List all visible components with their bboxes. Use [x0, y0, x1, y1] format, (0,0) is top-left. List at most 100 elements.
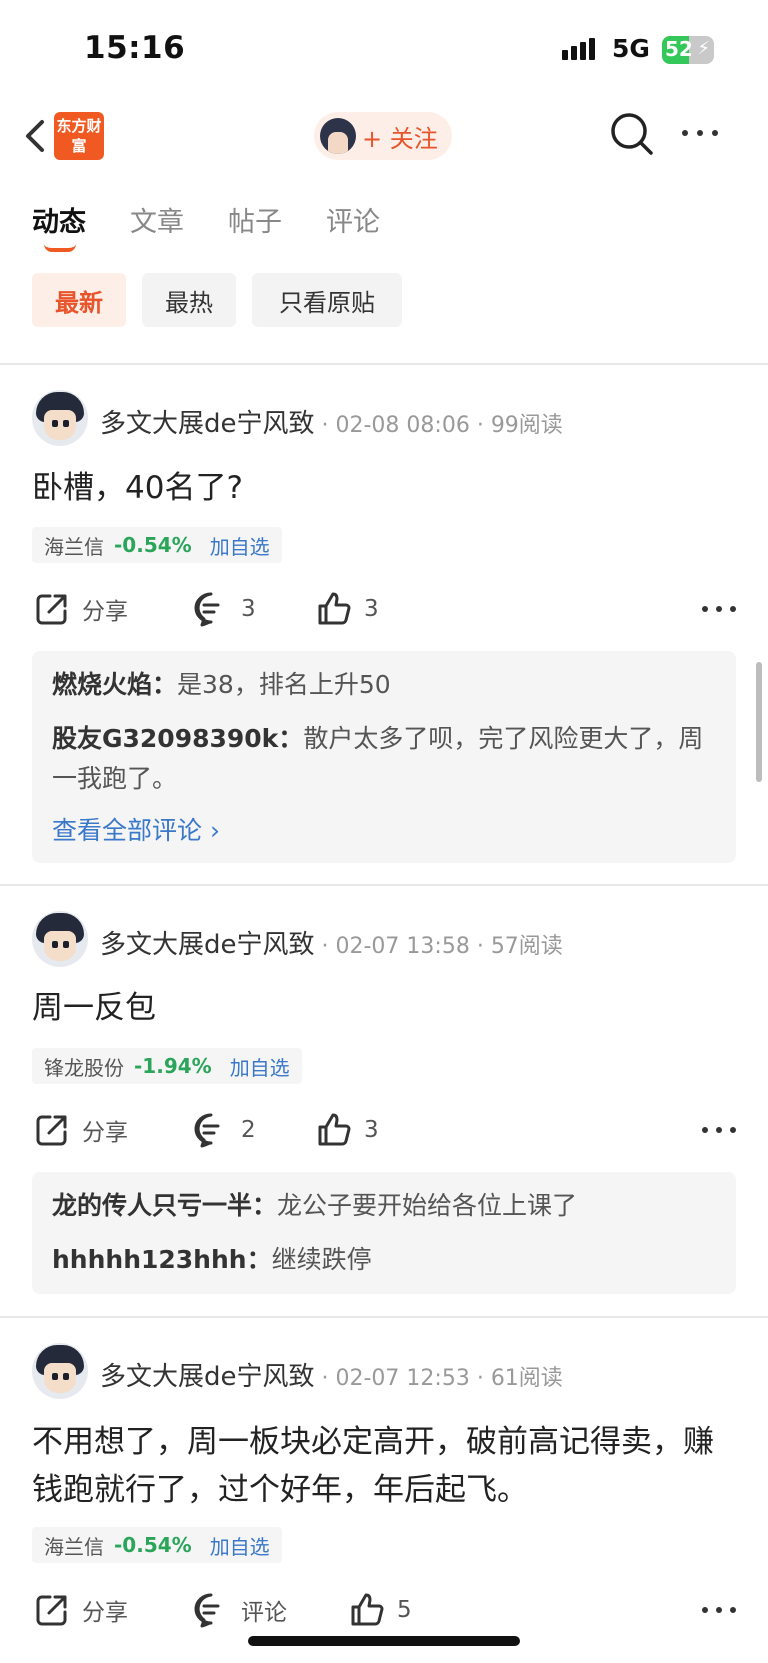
filter-original-only[interactable]: 只看原贴	[252, 273, 402, 327]
tab-articles[interactable]: 文章	[130, 200, 184, 239]
share-button[interactable]: 分享	[34, 1112, 128, 1148]
like-count: 3	[364, 596, 379, 622]
charging-icon: ⚡	[697, 38, 710, 59]
search-icon[interactable]	[608, 110, 656, 158]
comment-user[interactable]: hhhhh123hhh：	[52, 1245, 272, 1274]
stock-name: 锋龙股份	[44, 1055, 124, 1080]
comment-text: 龙公子要开始给各位上课了	[277, 1191, 578, 1220]
author-name[interactable]: 多文大展de宁风致	[100, 1362, 315, 1392]
filter-latest[interactable]: 最新	[32, 273, 126, 327]
comment-text: 是38，排名上升50	[177, 670, 391, 699]
share-icon	[36, 1595, 67, 1626]
comment-count: 3	[241, 596, 256, 622]
post-more-icon[interactable]	[702, 1607, 736, 1613]
signal-icon	[562, 38, 595, 60]
comment-user[interactable]: 股友G32098390k：	[52, 724, 303, 753]
stock-tag[interactable]: 海兰信 -0.54% 加自选	[32, 527, 282, 563]
follow-button[interactable]: + 关注	[314, 112, 452, 160]
post-content[interactable]: 卧槽，40名了?	[32, 464, 736, 512]
status-time: 15:16	[84, 30, 186, 66]
post-meta: 多文大展de宁风致 · 02-07 12:53 · 61阅读	[100, 1362, 563, 1392]
comment-item: 燃烧火焰：是38，排名上升50	[52, 665, 716, 705]
post-meta: 多文大展de宁风致 · 02-07 13:58 · 57阅读	[100, 930, 563, 960]
post-content[interactable]: 周一反包	[32, 984, 736, 1032]
comment-item: hhhhh123hhh：继续跌停	[52, 1240, 716, 1280]
post-date: 02-07 12:53	[335, 1366, 470, 1391]
stock-tag[interactable]: 锋龙股份 -1.94% 加自选	[32, 1048, 302, 1084]
app-logo[interactable]: 东方财富	[54, 112, 104, 160]
stock-tag[interactable]: 海兰信 -0.54% 加自选	[32, 1527, 282, 1563]
like-button[interactable]: 3	[316, 1112, 379, 1148]
view-all-comments-link[interactable]: 查看全部评论 ›	[52, 811, 220, 847]
avatar[interactable]	[32, 911, 88, 967]
comment-count: 2	[241, 1117, 256, 1143]
divider	[0, 884, 768, 886]
author-mini-avatar	[320, 118, 356, 154]
post-more-icon[interactable]	[702, 1127, 736, 1133]
post-meta: 多文大展de宁风致 · 02-08 08:06 · 99阅读	[100, 409, 563, 439]
post-date: 02-08 08:06	[335, 413, 470, 438]
thumbs-up-icon	[318, 1113, 351, 1146]
like-count: 5	[397, 1597, 412, 1623]
divider	[0, 1316, 768, 1318]
share-icon	[36, 1115, 67, 1146]
comment-button[interactable]: 评论	[193, 1592, 287, 1628]
tab-posts[interactable]: 帖子	[228, 200, 282, 239]
read-count: 99阅读	[490, 413, 563, 438]
comment-user[interactable]: 龙的传人只亏一半：	[52, 1191, 277, 1220]
comments-preview[interactable]: 龙的传人只亏一半：龙公子要开始给各位上课了 hhhhh123hhh：继续跌停	[32, 1172, 736, 1294]
share-button[interactable]: 分享	[34, 1592, 128, 1628]
share-label: 分享	[82, 599, 128, 625]
comment-item: 股友G32098390k：散户太多了呗，完了风险更大了，周一我跑了。	[52, 719, 716, 799]
comment-user[interactable]: 燃烧火焰：	[52, 670, 177, 699]
like-count: 3	[364, 1117, 379, 1143]
battery-icon: 52 ⚡	[662, 36, 714, 64]
comment-item: 龙的传人只亏一半：龙公子要开始给各位上课了	[52, 1186, 716, 1226]
stock-name: 海兰信	[44, 1534, 104, 1559]
avatar[interactable]	[32, 1343, 88, 1399]
post-more-icon[interactable]	[702, 606, 736, 612]
avatar[interactable]	[32, 390, 88, 446]
stock-change: -1.94%	[134, 1054, 212, 1078]
author-name[interactable]: 多文大展de宁风致	[100, 930, 315, 960]
like-button[interactable]: 3	[316, 591, 379, 627]
comment-label: 评论	[241, 1600, 287, 1626]
network-label: 5G	[612, 34, 650, 63]
back-arrow-icon[interactable]	[16, 112, 56, 160]
active-tab-indicator	[44, 244, 76, 252]
add-watchlist-button[interactable]: 加自选	[230, 1052, 290, 1081]
tab-comments[interactable]: 评论	[326, 200, 380, 239]
stock-name: 海兰信	[44, 534, 104, 559]
scrollbar[interactable]	[756, 662, 762, 782]
tab-dynamic[interactable]: 动态	[32, 200, 86, 239]
home-indicator[interactable]	[248, 1636, 520, 1646]
comment-button[interactable]: 2	[193, 1112, 256, 1148]
post-content[interactable]: 不用想了，周一板块必定高开，破前高记得卖，赚钱跑就行了，过个好年，年后起飞。	[32, 1418, 736, 1514]
battery-level: 52	[665, 37, 693, 61]
thumbs-up-icon	[351, 1593, 384, 1626]
post-date: 02-07 13:58	[335, 934, 470, 959]
thumbs-up-icon	[318, 592, 351, 625]
read-count: 61阅读	[490, 1366, 563, 1391]
comment-button[interactable]: 3	[193, 591, 256, 627]
comment-icon	[194, 1113, 220, 1148]
follow-label: + 关注	[362, 124, 438, 153]
share-button[interactable]: 分享	[34, 591, 128, 627]
comments-preview[interactable]: 燃烧火焰：是38，排名上升50 股友G32098390k：散户太多了呗，完了风险…	[32, 651, 736, 863]
stock-change: -0.54%	[114, 1533, 192, 1557]
read-count: 57阅读	[490, 934, 563, 959]
share-label: 分享	[82, 1600, 128, 1626]
add-watchlist-button[interactable]: 加自选	[210, 1531, 270, 1560]
add-watchlist-button[interactable]: 加自选	[210, 531, 270, 560]
share-label: 分享	[82, 1120, 128, 1146]
share-icon	[36, 594, 67, 625]
comment-icon	[194, 1593, 220, 1628]
comment-icon	[194, 592, 220, 627]
filter-hot[interactable]: 最热	[142, 273, 236, 327]
like-button[interactable]: 5	[349, 1592, 412, 1628]
stock-change: -0.54%	[114, 533, 192, 557]
comment-text: 继续跌停	[271, 1245, 372, 1274]
divider	[0, 363, 768, 365]
more-options-icon[interactable]	[682, 130, 718, 136]
author-name[interactable]: 多文大展de宁风致	[100, 409, 315, 439]
